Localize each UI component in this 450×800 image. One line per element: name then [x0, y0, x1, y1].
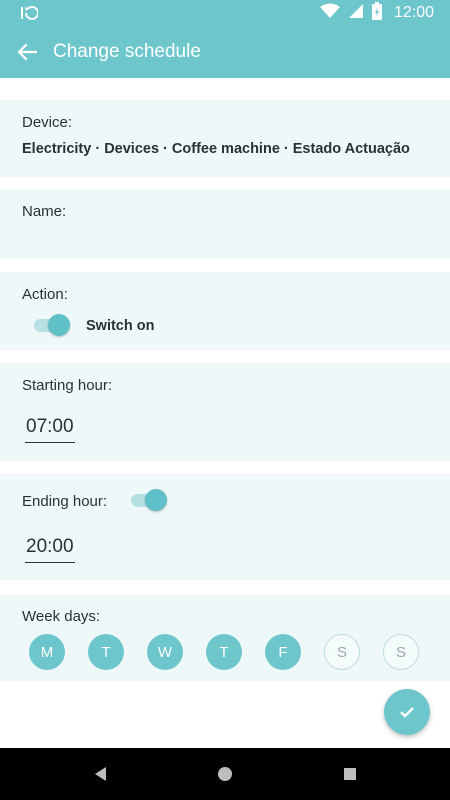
wifi-icon	[319, 3, 340, 24]
day-friday[interactable]: F	[265, 634, 301, 670]
status-bar: 12:00	[0, 0, 450, 26]
ending-hour-field[interactable]: 20:00	[25, 536, 75, 563]
day-monday[interactable]: M	[29, 634, 65, 670]
battery-icon	[371, 1, 382, 25]
page-title: Change schedule	[53, 41, 201, 62]
navigation-bar	[0, 748, 450, 800]
back-triangle-icon[interactable]	[93, 766, 109, 782]
action-label: Action:	[22, 286, 68, 303]
toggle-knob	[145, 489, 167, 511]
name-label: Name:	[22, 203, 67, 220]
action-toggle[interactable]	[32, 313, 70, 337]
action-value: Switch on	[86, 318, 155, 334]
action-card: Action: Switch on	[0, 272, 450, 350]
ending-hour-card: Ending hour: 20:00	[0, 474, 450, 580]
day-saturday[interactable]: S	[324, 634, 360, 670]
device-path: Electricity · Devices · Coffee machine ·…	[22, 141, 410, 157]
back-button[interactable]	[14, 39, 40, 65]
starting-hour-field[interactable]: 07:00	[25, 416, 75, 443]
day-thursday[interactable]: T	[206, 634, 242, 670]
name-card[interactable]: Name:	[0, 189, 450, 259]
device-label: Device:	[22, 114, 73, 131]
device-card: Device: Electricity · Devices · Coffee m…	[0, 100, 450, 177]
ending-hour-label: Ending hour:	[22, 493, 108, 510]
starting-hour-label: Starting hour:	[22, 377, 113, 394]
recents-square-icon[interactable]	[342, 766, 358, 782]
sync-icon	[20, 4, 39, 22]
arrow-left-icon	[17, 43, 37, 61]
check-icon	[400, 707, 414, 718]
status-time: 12:00	[393, 4, 434, 21]
starting-hour-card: Starting hour: 07:00	[0, 363, 450, 461]
day-wednesday[interactable]: W	[147, 634, 183, 670]
home-circle-icon[interactable]	[217, 766, 233, 782]
save-button[interactable]	[384, 689, 430, 735]
week-days-label: Week days:	[22, 608, 101, 625]
day-tuesday[interactable]: T	[88, 634, 124, 670]
signal-icon	[348, 3, 364, 24]
day-sunday[interactable]: S	[383, 634, 419, 670]
app-bar: Change schedule	[0, 26, 450, 78]
ending-hour-toggle[interactable]	[129, 488, 167, 512]
toggle-knob	[48, 314, 70, 336]
